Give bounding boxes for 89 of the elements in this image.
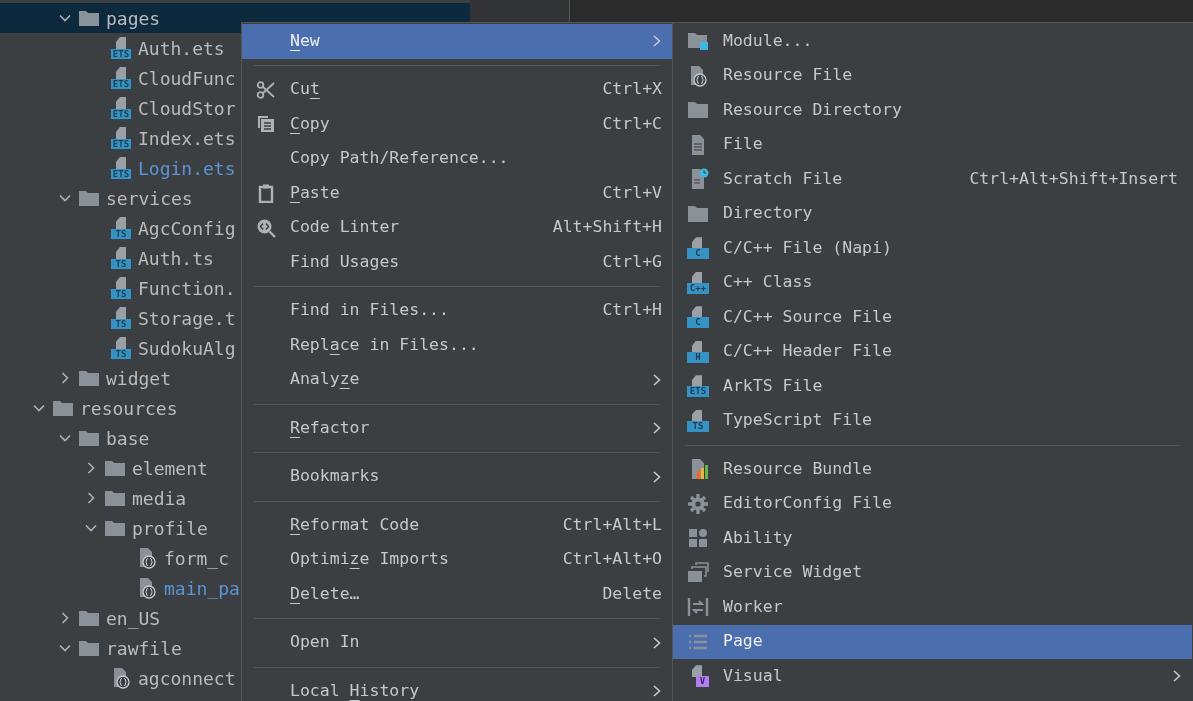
shortcut-text: Ctrl+G	[602, 250, 662, 273]
tree-label: SudokuAlg	[138, 336, 236, 361]
tree-label: form_c	[164, 546, 230, 571]
menu-item[interactable]: EditorConfig File	[673, 486, 1192, 521]
menu-item[interactable]: Directory	[673, 196, 1192, 231]
shortcut-text: Ctrl+Alt+Shift+Insert	[969, 167, 1178, 190]
menu-item[interactable]: Analyze	[242, 362, 672, 397]
chevron-right-icon	[652, 34, 662, 49]
menu-item[interactable]: Paste Ctrl+V	[242, 176, 672, 211]
menu-item[interactable]: Resource Bundle	[673, 452, 1192, 487]
menu-item[interactable]: New	[242, 24, 672, 59]
tree-label: Auth.ts	[138, 246, 214, 271]
chevron-right-icon	[652, 635, 662, 650]
menu-item[interactable]: Local History	[242, 674, 672, 701]
shortcut-text: Ctrl+H	[602, 299, 662, 322]
tree-label: CloudFunc	[138, 66, 236, 91]
chevron-right-icon	[652, 372, 662, 387]
menu-item[interactable]: Service Widget	[673, 555, 1192, 590]
menu-item[interactable]: Copy Ctrl+C	[242, 107, 672, 142]
menu-item[interactable]: C++ C++ Class	[673, 265, 1192, 300]
menu-item[interactable]: Resource Directory	[673, 93, 1192, 128]
tree-label: Auth.ets	[138, 36, 225, 61]
tree-label: resources	[80, 396, 178, 421]
folder-icon	[78, 609, 100, 627]
chevron-right-icon	[652, 421, 662, 436]
shortcut-text: Ctrl+C	[602, 112, 662, 135]
clipboard-icon	[256, 183, 276, 204]
menu-item[interactable]: Page	[673, 624, 1192, 659]
menu-item[interactable]: File	[673, 127, 1192, 162]
folder-icon	[78, 639, 100, 657]
shortcut-text: Ctrl+Alt+O	[562, 548, 662, 571]
code-magnifier-icon	[256, 217, 276, 238]
tree-label: Index.ets	[138, 126, 236, 151]
tree-label: base	[106, 426, 150, 451]
menu-item[interactable]: Optimize Imports Ctrl+Alt+O	[242, 542, 672, 577]
folder-with-square-icon	[687, 30, 709, 53]
folder-icon	[104, 459, 126, 477]
grid-blocks-icon	[687, 527, 709, 550]
tree-label: CloudStor	[138, 96, 236, 121]
chevron-right-icon	[652, 469, 662, 484]
shortcut-text: Ctrl+V	[602, 181, 662, 204]
folder-icon	[78, 369, 100, 387]
stacked-cards-icon	[687, 561, 709, 584]
shortcut-text: Ctrl+X	[602, 78, 662, 101]
tree-label: Storage.t	[138, 306, 236, 331]
menu-item[interactable]: TS TypeScript File	[673, 403, 1192, 438]
menu-item[interactable]: C C/C++ Source File	[673, 300, 1192, 335]
swap-arrows-icon	[687, 596, 709, 619]
tree-label: profile	[132, 516, 208, 541]
menu-item[interactable]: Refactor	[242, 411, 672, 446]
menu-item[interactable]: V Visual	[673, 659, 1192, 694]
tree-label: main_pa	[164, 576, 240, 601]
scissors-icon	[256, 79, 276, 100]
tree-label: media	[132, 486, 187, 511]
tree-label: services	[106, 186, 193, 211]
menu-item[interactable]: Replace in Files...	[242, 328, 672, 363]
menu-item[interactable]: Copy Path/Reference...	[242, 141, 672, 176]
menu-item[interactable]: Code Linter Alt+Shift+H	[242, 210, 672, 245]
menu-item[interactable]: Module...	[673, 24, 1192, 59]
folder-icon	[78, 429, 100, 447]
menu-item[interactable]: Resource File	[673, 58, 1192, 93]
menu-item[interactable]: H C/C++ Header File	[673, 334, 1192, 369]
tree-label: Login.ets	[138, 156, 236, 181]
gear-icon	[687, 492, 709, 515]
tree-label: Function.	[138, 276, 236, 301]
shortcut-text: Alt+Shift+H	[552, 216, 662, 239]
folder-icon	[104, 519, 126, 537]
chevron-right-icon	[652, 684, 662, 699]
tree-label: pages	[106, 6, 161, 31]
folder-icon	[52, 399, 74, 417]
menu-item[interactable]: Scratch File Ctrl+Alt+Shift+Insert	[673, 162, 1192, 197]
folder-icon	[78, 9, 100, 27]
tree-label: widget	[106, 366, 172, 391]
menu-item[interactable]: C C/C++ File (Napi)	[673, 231, 1192, 266]
menu-item[interactable]: ETS ArkTS File	[673, 369, 1192, 404]
menu-item[interactable]: Worker	[673, 590, 1192, 625]
chevron-right-icon	[1172, 669, 1182, 684]
copy-icon	[256, 114, 276, 135]
folder-icon	[78, 189, 100, 207]
menu-item[interactable]: Cut Ctrl+X	[242, 72, 672, 107]
folder-icon	[104, 489, 126, 507]
tree-label: rawfile	[106, 636, 182, 661]
tree-label: element	[132, 456, 208, 481]
tree-label: en_US	[106, 606, 161, 631]
tree-label: AgcConfig	[138, 216, 236, 241]
shortcut-text: Ctrl+Alt+L	[562, 513, 662, 536]
menu-item[interactable]: Ability	[673, 521, 1192, 556]
shortcut-text: Delete	[602, 582, 662, 605]
tree-label: agconnect	[138, 666, 236, 691]
